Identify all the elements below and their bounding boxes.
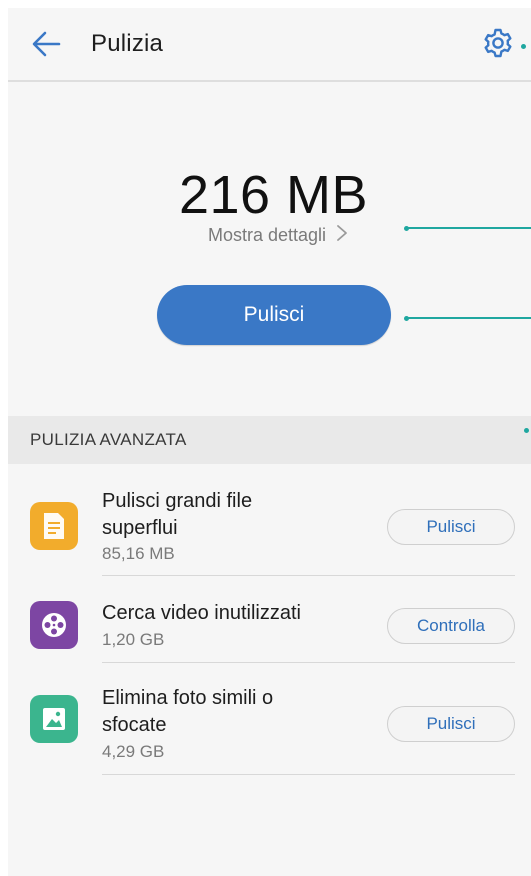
divider — [102, 662, 515, 663]
show-details-label: Mostra dettagli — [208, 224, 327, 245]
item-title: Pulisci grandi file superflui — [102, 490, 253, 539]
clean-button[interactable]: Pulisci — [157, 285, 391, 345]
show-details-link[interactable]: Mostra dettagli — [208, 220, 348, 250]
chevron-right-icon — [336, 224, 348, 247]
item-title: Cerca video inutilizzati — [102, 602, 301, 624]
section-title: PULIZIA AVANZATA — [30, 430, 187, 449]
annotation-line — [408, 227, 531, 229]
settings-button[interactable] — [478, 25, 518, 65]
annotation-line — [408, 317, 531, 319]
cleanup-screen: Pulizia 216 MB Mostra dettagli Pulisci P… — [8, 8, 531, 876]
item-size: 1,20 GB — [102, 630, 165, 649]
app-header: Pulizia — [8, 8, 531, 82]
page-title: Pulizia — [91, 30, 164, 57]
clean-large-files-button[interactable]: Pulisci — [387, 509, 515, 545]
back-button[interactable] — [26, 26, 66, 66]
clean-photos-button[interactable]: Pulisci — [387, 706, 515, 742]
gear-icon — [482, 27, 514, 64]
advanced-cleanup-header: PULIZIA AVANZATA — [8, 416, 531, 464]
divider — [102, 774, 515, 775]
annotation-dot — [524, 428, 529, 433]
divider — [102, 575, 515, 576]
document-icon — [30, 502, 78, 550]
item-title: Elimina foto simili o sfocate — [102, 687, 274, 736]
junk-size-value: 216 MB — [178, 165, 369, 225]
item-size: 4,29 GB — [102, 742, 165, 761]
annotation-dot — [521, 44, 526, 49]
arrow-left-icon — [31, 31, 61, 62]
photo-icon — [30, 695, 78, 743]
check-videos-button[interactable]: Controlla — [387, 608, 515, 644]
item-size: 85,16 MB — [102, 544, 175, 563]
film-reel-icon — [30, 601, 78, 649]
